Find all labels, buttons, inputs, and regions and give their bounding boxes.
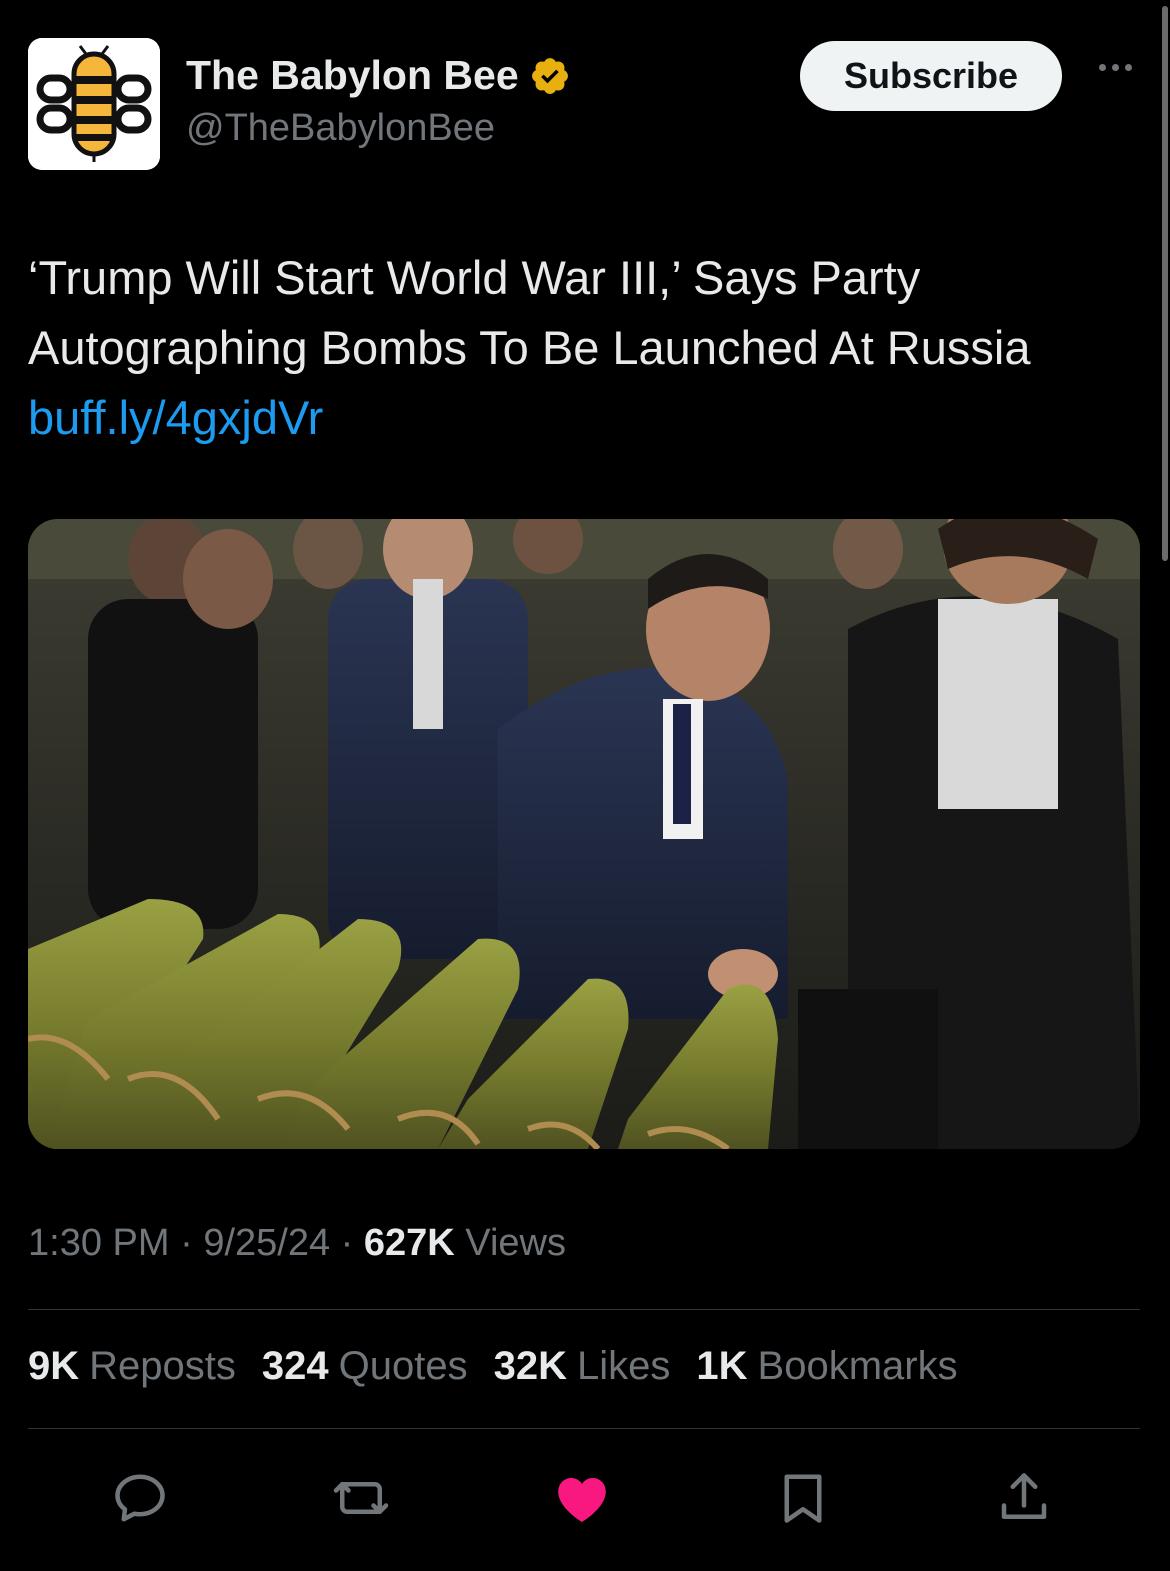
share-icon	[1001, 1473, 1047, 1519]
repost-button[interactable]	[321, 1458, 401, 1538]
engagement-stats: 9K Reposts 324 Quotes 32K Likes 1K Bookmarks	[28, 1344, 958, 1389]
scrollbar[interactable]	[1162, 6, 1168, 561]
share-button[interactable]	[984, 1458, 1064, 1538]
reposts-stat[interactable]: 9K Reposts	[28, 1344, 236, 1389]
action-bar	[28, 1458, 1140, 1538]
display-name[interactable]: The Babylon Bee	[186, 52, 519, 99]
handle[interactable]: @TheBabylonBee	[186, 107, 571, 150]
views-label: Views	[465, 1222, 566, 1264]
post-header: The Babylon Bee @TheBabylonBee Subscribe	[28, 38, 1140, 170]
subscribe-button[interactable]: Subscribe	[800, 41, 1062, 111]
photo-scene	[28, 519, 1140, 1149]
like-button[interactable]	[542, 1458, 622, 1538]
post-text-line: ‘Trump Will Start World War III,’ Says P…	[28, 251, 921, 304]
reply-button[interactable]	[100, 1458, 180, 1538]
quotes-stat[interactable]: 324 Quotes	[262, 1344, 468, 1389]
post-meta: 1:30 PM · 9/25/24 · 627K Views	[28, 1222, 566, 1264]
post-text-line: Autographing Bombs To Be Launched At Rus…	[28, 321, 1031, 374]
like-icon	[558, 1478, 606, 1522]
likes-stat[interactable]: 32K Likes	[494, 1344, 671, 1389]
bookmark-button[interactable]	[763, 1458, 843, 1538]
divider	[28, 1428, 1140, 1429]
post-time[interactable]: 1:30 PM	[28, 1222, 170, 1264]
reply-icon	[115, 1474, 165, 1522]
verified-badge-icon[interactable]	[529, 55, 571, 97]
divider	[28, 1309, 1140, 1310]
bookmark-icon	[784, 1474, 822, 1523]
author-info[interactable]: The Babylon Bee @TheBabylonBee	[186, 52, 571, 150]
post-link[interactable]: buff.ly/4gxjdVr	[28, 383, 1138, 453]
babylon-bee-logo-icon	[28, 38, 160, 170]
views-count: 627K	[363, 1222, 455, 1264]
bookmarks-stat[interactable]: 1K Bookmarks	[696, 1344, 957, 1389]
post-image[interactable]	[28, 519, 1140, 1149]
post-date[interactable]: 9/25/24	[203, 1222, 330, 1264]
avatar[interactable]	[28, 38, 160, 170]
more-horizontal-icon[interactable]	[1099, 64, 1132, 71]
post-text: ‘Trump Will Start World War III,’ Says P…	[28, 243, 1138, 453]
repost-icon	[333, 1482, 389, 1514]
